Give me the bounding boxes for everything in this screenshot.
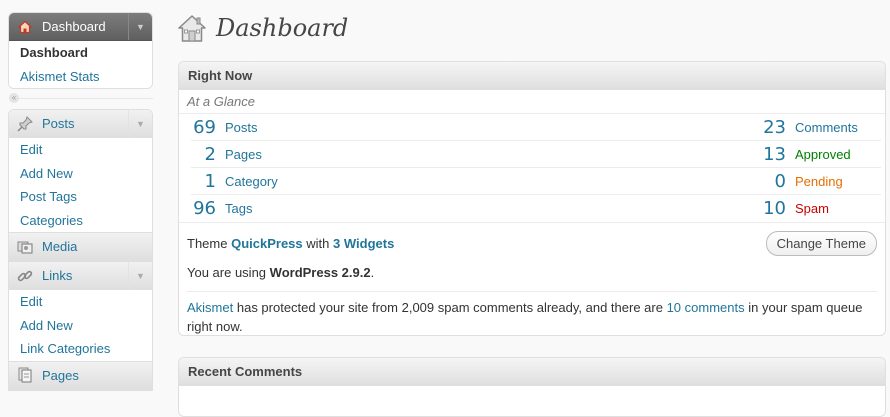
menu-media: Media	[8, 233, 153, 262]
version-info: You are using WordPress 2.9.2.	[187, 261, 877, 283]
spam-link[interactable]: Spam	[795, 201, 881, 216]
versions-section: Theme QuickPress with 3 Widgets Change T…	[179, 223, 885, 335]
akismet-link[interactable]: Akismet	[187, 300, 233, 315]
menu-posts: Posts ▼ Edit Add New Post Tags Categorie…	[8, 109, 153, 233]
menu-pages: Pages	[8, 361, 153, 391]
page-title: Dashboard	[216, 14, 349, 42]
home-icon	[176, 12, 208, 44]
right-now-title[interactable]: Right Now	[179, 62, 885, 90]
menu-links: Links ▼ Edit Add New Link Categories	[8, 262, 153, 362]
theme-name-link[interactable]: QuickPress	[231, 236, 303, 251]
recent-comments-title[interactable]: Recent Comments	[179, 358, 885, 386]
content-column: 69 Posts 2 Pages 1 Category 96 Tags	[191, 114, 536, 222]
menu-media-label: Media	[42, 239, 78, 254]
menu-dashboard: Dashboard ▼ Dashboard Akismet Stats	[8, 12, 153, 89]
at-a-glance-label: At a Glance	[179, 90, 885, 114]
menu-links-head[interactable]: Links ▼	[9, 262, 152, 290]
menu-dashboard-label: Dashboard	[42, 19, 106, 34]
theme-with: with	[306, 235, 330, 251]
tags-link[interactable]: Tags	[225, 201, 252, 216]
menu-media-head[interactable]: Media	[9, 233, 152, 261]
pages-link[interactable]: Pages	[225, 147, 262, 162]
akismet-text-1: has protected your site from 2,009 spam …	[236, 300, 663, 315]
theme-prefix: Theme	[187, 235, 228, 251]
akismet-summary: Akismet has protected your site from 2,0…	[187, 291, 877, 335]
discussion-column: 23 Comments 13 Approved 0 Pending 10 Spa…	[536, 114, 881, 222]
menu-posts-label: Posts	[42, 116, 75, 131]
spam-count[interactable]: 10	[763, 198, 786, 219]
submenu-posts-edit[interactable]: Edit	[9, 138, 152, 162]
comments-link[interactable]: Comments	[795, 120, 881, 135]
recent-comments-widget: Recent Comments	[178, 357, 886, 417]
stat-row-comments: 23 Comments	[536, 114, 881, 141]
pending-count[interactable]: 0	[775, 171, 786, 192]
menu-collapse[interactable]: «	[8, 89, 153, 109]
stat-row-posts: 69 Posts	[191, 114, 536, 141]
stat-row-spam: 10 Spam	[536, 195, 881, 222]
approved-link[interactable]: Approved	[795, 147, 881, 162]
posts-link[interactable]: Posts	[225, 120, 258, 135]
category-count[interactable]: 1	[191, 171, 216, 192]
comments-count[interactable]: 23	[763, 117, 786, 138]
menu-dashboard-head[interactable]: Dashboard ▼	[9, 13, 152, 41]
stat-row-tags: 96 Tags	[191, 195, 536, 222]
chevron-down-icon[interactable]: ▼	[128, 13, 152, 40]
menu-links-label: Links	[42, 268, 73, 283]
menu-pages-head[interactable]: Pages	[9, 361, 152, 390]
submenu-dashboard[interactable]: Dashboard	[9, 41, 152, 65]
submenu-post-tags[interactable]: Post Tags	[9, 185, 152, 209]
approved-count[interactable]: 13	[763, 144, 786, 165]
right-now-widget: Right Now At a Glance 69 Posts 2 Pages 1…	[178, 61, 886, 336]
chain-link-icon	[16, 267, 34, 285]
admin-menu: Dashboard ▼ Dashboard Akismet Stats « Po…	[8, 12, 153, 391]
posts-count[interactable]: 69	[191, 117, 216, 138]
category-link[interactable]: Category	[225, 174, 278, 189]
spam-queue-link[interactable]: 10 comments	[667, 300, 745, 315]
change-theme-button[interactable]: Change Theme	[765, 231, 877, 256]
menu-pages-label: Pages	[42, 367, 79, 383]
version-name: WordPress 2.9.2	[269, 264, 371, 280]
stats-table: 69 Posts 2 Pages 1 Category 96 Tags 23 C…	[179, 114, 885, 223]
page-header: Dashboard	[176, 12, 348, 44]
pending-link[interactable]: Pending	[795, 174, 881, 189]
home-icon	[16, 18, 34, 36]
stat-row-approved: 13 Approved	[536, 141, 881, 168]
version-suffix: .	[370, 264, 375, 280]
widgets-link[interactable]: 3 Widgets	[333, 236, 394, 251]
submenu-categories[interactable]: Categories	[9, 209, 152, 233]
submenu-akismet-stats[interactable]: Akismet Stats	[9, 65, 152, 89]
menu-posts-head[interactable]: Posts ▼	[9, 110, 152, 138]
stat-row-pending: 0 Pending	[536, 168, 881, 195]
submenu-posts-add-new[interactable]: Add New	[9, 162, 152, 186]
pushpin-icon	[16, 115, 34, 133]
media-icon	[16, 238, 34, 256]
submenu-links-add-new[interactable]: Add New	[9, 314, 152, 338]
tags-count[interactable]: 96	[191, 198, 216, 219]
stat-row-category: 1 Category	[191, 168, 536, 195]
submenu-link-categories[interactable]: Link Categories	[9, 337, 152, 361]
chevron-down-icon[interactable]: ▼	[128, 262, 152, 289]
stat-row-pages: 2 Pages	[191, 141, 536, 168]
version-prefix: You are using	[187, 264, 267, 280]
chevron-down-icon[interactable]: ▼	[128, 110, 152, 137]
theme-info: Theme QuickPress with 3 Widgets Change T…	[187, 223, 877, 263]
pages-icon	[16, 366, 34, 384]
pages-count[interactable]: 2	[191, 144, 216, 165]
submenu-links-edit[interactable]: Edit	[9, 290, 152, 314]
